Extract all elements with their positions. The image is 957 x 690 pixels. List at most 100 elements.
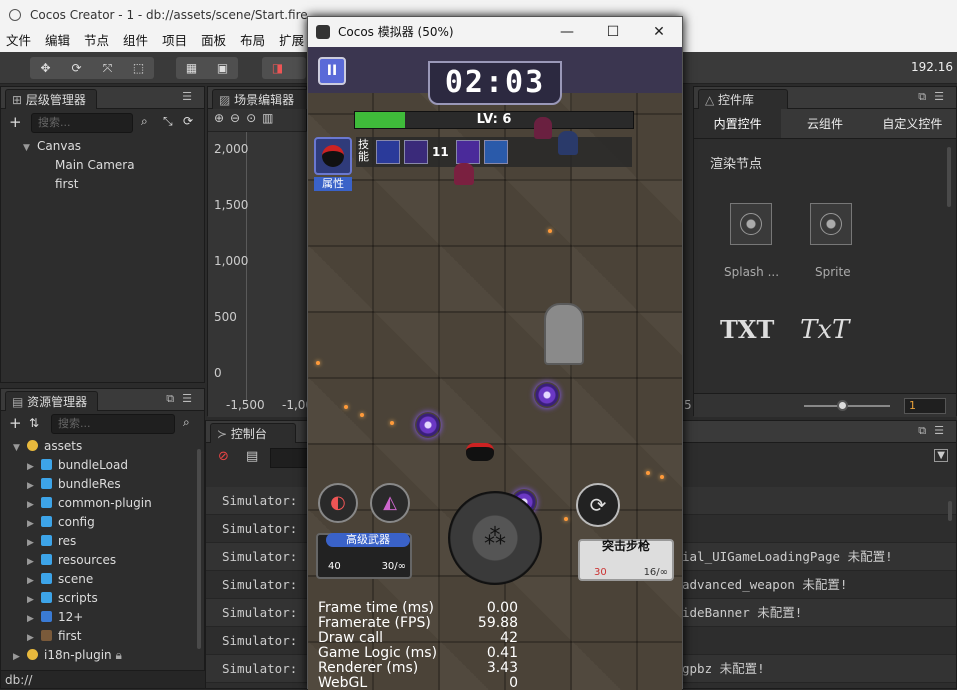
clear-icon[interactable]: ⊘: [218, 449, 229, 464]
menu-panel[interactable]: 面板: [201, 30, 226, 52]
search-icon[interactable]: ⌕: [183, 415, 190, 430]
asset-folder[interactable]: ▶ bundleLoad: [13, 456, 204, 475]
assets-footer: db://: [1, 670, 206, 688]
zoom-value-input[interactable]: 1: [904, 398, 946, 414]
scene-zoom-tools[interactable]: ⊕⊖⊙▥: [208, 109, 306, 131]
collapse-icon[interactable]: ⤡: [163, 114, 173, 129]
scene-panel: ▨ 场景编辑器 ⊕⊖⊙▥ 2,000 1,500 1,000 500 0 -1,…: [207, 86, 313, 417]
tree-node-canvas[interactable]: ▼ Canvas: [23, 137, 204, 156]
panel-menu-icon[interactable]: ⧉☰: [166, 392, 200, 406]
add-asset-icon[interactable]: +: [9, 414, 22, 432]
menu-component[interactable]: 组件: [123, 30, 148, 52]
y-tick: 1,000: [214, 254, 249, 268]
sprite-icon: [820, 213, 842, 235]
pause-button[interactable]: II: [318, 57, 346, 85]
db-icon: [27, 649, 38, 660]
simulator-window: Cocos 模拟器 (50%) — ☐ ✕ II 02:03 LV: 6 属性 …: [307, 16, 683, 690]
rotate-tool-icon[interactable]: ⟳: [61, 57, 92, 79]
avatar[interactable]: [314, 137, 352, 175]
log-file-icon[interactable]: ▤: [246, 449, 258, 464]
orb-projectile: [534, 382, 560, 408]
spark-particle: [344, 405, 348, 409]
label-widget[interactable]: TXT: [720, 315, 774, 344]
virtual-joystick[interactable]: ⁂: [448, 491, 542, 585]
scene-viewport[interactable]: 2,000 1,500 1,000 500 0 -1,500 -1,00: [208, 131, 313, 417]
search-icon[interactable]: ⌕: [141, 114, 148, 129]
asset-plugin[interactable]: ▶ i18n-plugin 🔒︎: [13, 646, 204, 665]
cocos-app-icon: [316, 25, 330, 39]
menu-node[interactable]: 节点: [84, 30, 109, 52]
menu-layout[interactable]: 布局: [240, 30, 265, 52]
asset-folder[interactable]: ▶ config: [13, 513, 204, 532]
menu-edit[interactable]: 编辑: [45, 30, 70, 52]
panel-menu-icon[interactable]: ⧉☰: [918, 424, 952, 438]
library-icon: △: [705, 93, 719, 107]
asset-folder[interactable]: ▶ scripts: [13, 589, 204, 608]
preview-tools[interactable]: ◨: [262, 57, 306, 79]
dropdown-icon[interactable]: ▼: [934, 449, 948, 462]
shark-skill-button[interactable]: ◭: [370, 483, 410, 523]
asset-folder[interactable]: ▶ scene: [13, 570, 204, 589]
menu-extension[interactable]: 扩展: [279, 30, 304, 52]
game-canvas[interactable]: II 02:03 LV: 6 属性 技能 11 ◐ ◭ 高级武器 40 30/∞…: [308, 47, 682, 690]
rect-tool-icon[interactable]: ⬚: [123, 57, 154, 79]
y-tick: 1,500: [214, 198, 249, 212]
menu-file[interactable]: 文件: [6, 30, 31, 52]
tab-builtin[interactable]: 内置控件: [694, 109, 782, 138]
attributes-button[interactable]: 属性: [314, 177, 352, 191]
skill-slot-icon: [404, 140, 428, 164]
asset-scene[interactable]: ▶ first: [13, 627, 204, 646]
hierarchy-icon: ⊞: [12, 93, 26, 107]
maximize-button[interactable]: ☐: [590, 17, 636, 47]
asset-folder[interactable]: ▶ common-plugin: [13, 494, 204, 513]
advanced-weapon-label: 高级武器: [326, 533, 410, 547]
zoom-slider-handle[interactable]: [837, 400, 848, 411]
spark-particle: [646, 471, 650, 475]
hierarchy-search-input[interactable]: 搜索...: [31, 113, 133, 133]
folder-icon: [41, 554, 52, 565]
move-tool-icon[interactable]: ✥: [30, 57, 61, 79]
magnet-skill-button[interactable]: ◐: [318, 483, 358, 523]
preview-icon[interactable]: ◨: [262, 57, 293, 79]
asset-image[interactable]: ▶ 12+: [13, 608, 204, 627]
sort-icon[interactable]: ⇅: [29, 416, 39, 430]
scale-tool-icon[interactable]: ⤧: [92, 57, 123, 79]
scene-title: 场景编辑器: [234, 93, 295, 107]
menu-project[interactable]: 项目: [162, 30, 187, 52]
close-button[interactable]: ✕: [636, 17, 682, 47]
filter-input[interactable]: [270, 448, 310, 468]
tab-cloud[interactable]: 云组件: [781, 109, 868, 138]
advanced-weapon-card[interactable]: 高级武器 40 30/∞: [316, 533, 412, 579]
minimize-button[interactable]: —: [544, 17, 590, 47]
richtext-widget[interactable]: TxT: [800, 315, 849, 345]
scene-file-icon: [41, 630, 52, 641]
reload-button[interactable]: ⟳: [576, 483, 620, 527]
tree-node-main-camera[interactable]: Main Camera: [23, 156, 204, 175]
console-scrollbar[interactable]: [948, 501, 952, 521]
asset-root[interactable]: ▼ assets: [13, 437, 204, 456]
library-scrollbar[interactable]: [947, 147, 951, 207]
enemy-sprite: [558, 131, 578, 155]
panel-menu-icon[interactable]: ☰: [182, 90, 200, 103]
refresh-icon[interactable]: ⟳: [183, 114, 193, 128]
folder-icon: [41, 592, 52, 603]
stat-row: Framerate (FPS) 59.88: [318, 615, 518, 631]
level-label: LV: 6: [476, 112, 512, 127]
skill-slot-icon: [376, 140, 400, 164]
tree-node-first[interactable]: first: [23, 175, 204, 194]
local-coord-icon[interactable]: ▦: [176, 57, 207, 79]
splash-sprite-item[interactable]: [730, 203, 772, 245]
asset-folder[interactable]: ▶ bundleRes: [13, 475, 204, 494]
global-coord-icon[interactable]: ▣: [207, 57, 238, 79]
spark-particle: [548, 229, 552, 233]
assets-scrollbar[interactable]: [197, 449, 201, 649]
rifle-weapon-card[interactable]: 突击步枪 30 16/∞: [578, 539, 674, 581]
assets-search-input[interactable]: 搜索...: [51, 414, 175, 434]
asset-folder[interactable]: ▶ resources: [13, 551, 204, 570]
sprite-item[interactable]: [810, 203, 852, 245]
tab-custom[interactable]: 自定义控件: [869, 109, 956, 138]
add-node-icon[interactable]: +: [9, 113, 22, 131]
asset-folder[interactable]: ▶ res: [13, 532, 204, 551]
weapon2-ammo-left: 30: [594, 567, 607, 578]
panel-menu-icon[interactable]: ⧉☰: [918, 90, 952, 104]
